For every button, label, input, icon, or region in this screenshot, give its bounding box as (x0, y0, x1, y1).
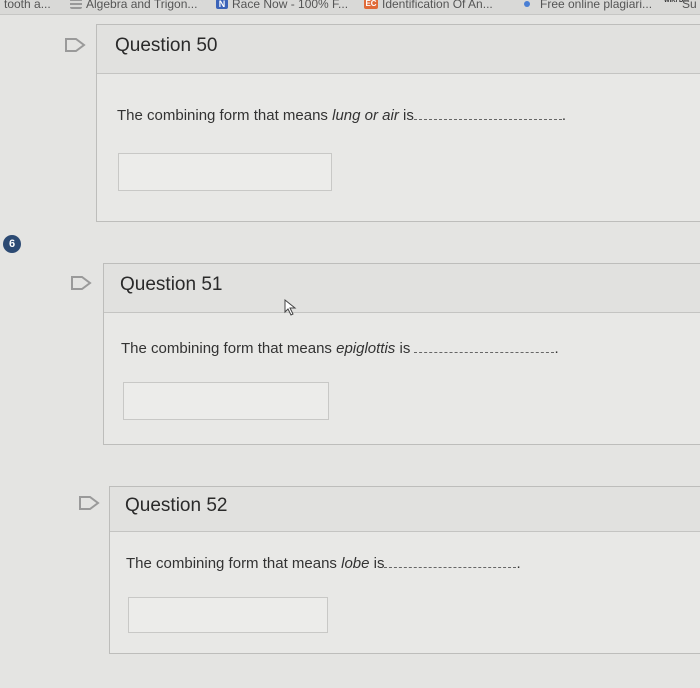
question-text: The combining form that means epiglottis… (121, 340, 559, 357)
question-text: The combining form that means lung or ai… (117, 107, 566, 124)
question-title: Question 50 (115, 35, 218, 56)
answer-blank (414, 351, 555, 353)
question-title: Question 51 (120, 274, 223, 295)
blue-dot-icon (524, 1, 530, 7)
bookmarks-bar: tooth a... Algebra and Trigon... N Race … (0, 0, 700, 15)
bookmark-algebra[interactable]: Algebra and Trigon... (70, 0, 197, 11)
question-card-52: Question 52 The combining form that mean… (109, 486, 700, 654)
question-keyword: epiglottis (336, 340, 396, 357)
flag-icon[interactable] (70, 275, 92, 291)
question-title: Question 52 (125, 495, 228, 516)
bookmark-label: Su (682, 0, 697, 11)
ec-logo-icon: EC (364, 0, 378, 9)
question-keyword: lobe (341, 555, 370, 572)
answer-input[interactable] (123, 382, 329, 420)
bookmark-wikidiff[interactable]: WiKi Diff Su (664, 0, 697, 11)
question-keyword: lung or air (332, 107, 399, 124)
question-text-part: The combining form that means (126, 555, 342, 572)
flag-icon[interactable] (64, 37, 86, 53)
end-mark: . (561, 107, 566, 124)
answer-input[interactable] (118, 153, 332, 191)
n-logo-icon: N (216, 0, 228, 9)
bookmark-race-now[interactable]: N Race Now - 100% F... (216, 0, 348, 11)
end-mark: . (554, 340, 559, 357)
answer-blank (384, 566, 517, 568)
bookmark-label: Identification Of An... (382, 0, 493, 11)
bookmark-plagiarism[interactable]: Free online plagiari... (524, 0, 652, 11)
answer-input[interactable] (128, 597, 328, 633)
flag-icon[interactable] (78, 495, 100, 511)
stack-icon (70, 0, 82, 9)
question-card-50: Question 50 The combining form that mean… (96, 24, 700, 222)
bookmark-tooth[interactable]: tooth a... (4, 0, 51, 11)
question-count-badge: 6 (3, 235, 21, 253)
question-text-part: is (398, 107, 414, 124)
question-text: The combining form that means lobe is. (126, 555, 521, 572)
question-text-part: The combining form that means (117, 107, 333, 124)
question-card-51: Question 51 The combining form that mean… (103, 263, 700, 445)
end-mark: . (516, 555, 521, 572)
question-text-part: is (369, 555, 385, 572)
answer-blank (413, 118, 562, 120)
bookmark-label: Algebra and Trigon... (86, 0, 198, 11)
bookmark-label: Race Now - 100% F... (232, 0, 349, 11)
bookmark-label: tooth a... (4, 0, 51, 11)
mouse-cursor-icon (284, 298, 297, 316)
wiki-diff-icon: WiKi Diff (664, 0, 689, 4)
bookmark-label: Free online plagiari... (540, 0, 653, 11)
question-text-part: is (395, 340, 415, 357)
question-text-part: The combining form that means (121, 340, 337, 357)
bookmark-identification[interactable]: EC Identification Of An... (364, 0, 493, 11)
